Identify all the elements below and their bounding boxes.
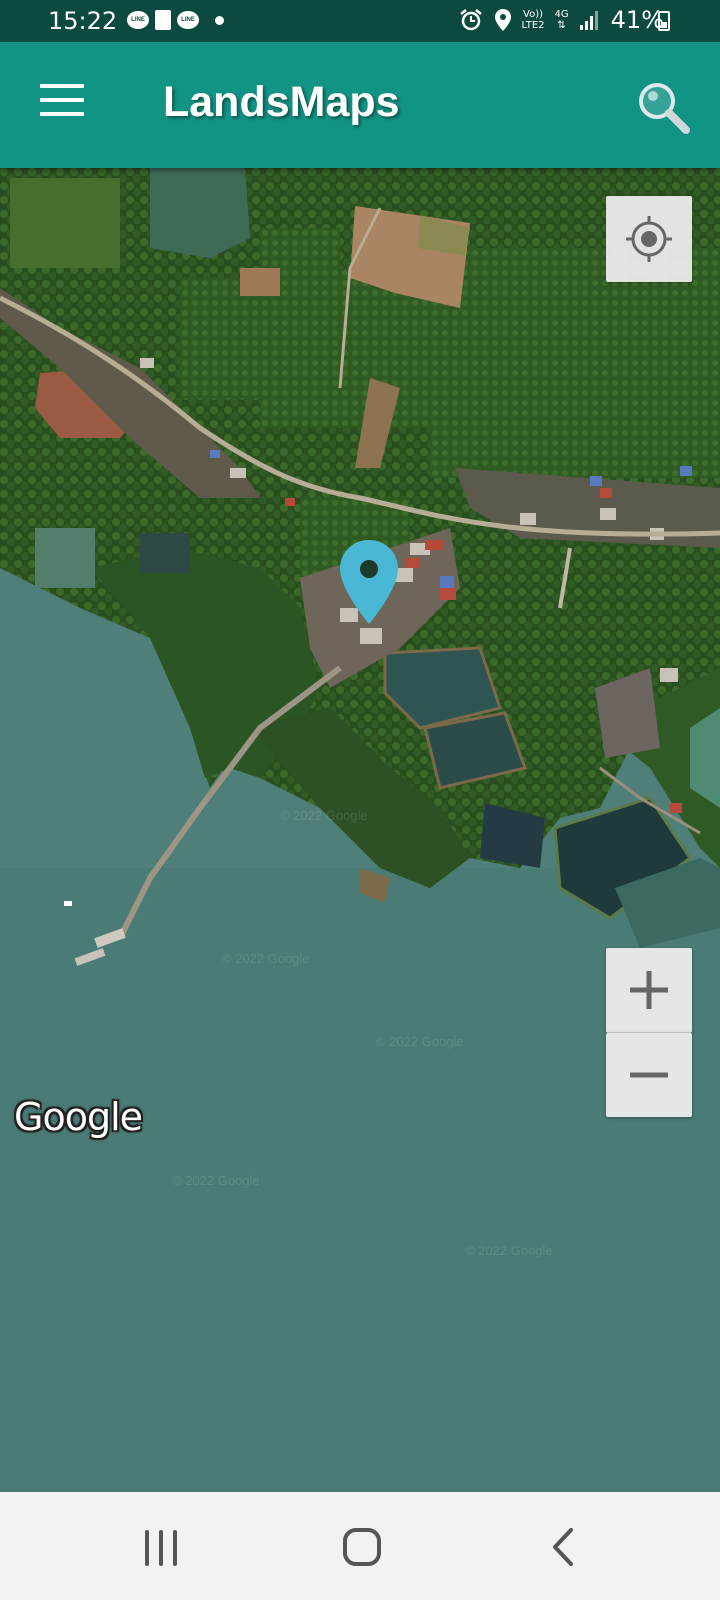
volte-bottom-label: LTE2 <box>521 20 545 31</box>
zoom-in-button[interactable] <box>606 948 692 1033</box>
map-watermark: © 2022 Google <box>172 1173 260 1188</box>
line-icon: LINE <box>177 11 199 29</box>
zoom-out-button[interactable] <box>606 1033 692 1117</box>
satellite-imagery <box>0 168 720 1492</box>
hamburger-menu-icon[interactable] <box>40 84 84 120</box>
recent-apps-icon[interactable] <box>131 1522 191 1572</box>
status-bar: 15:22 LINE LINE Vo)) LTE2 4G ⇅ 41% <box>0 0 720 42</box>
back-icon[interactable] <box>533 1522 593 1572</box>
map-watermark: © 2022 Google <box>376 1034 464 1049</box>
battery-icon <box>658 11 670 31</box>
map-watermark: © 2022 Google <box>280 808 368 823</box>
app-bar: LandsMaps <box>0 42 720 168</box>
line-icon: LINE <box>127 11 149 29</box>
map-watermark: © 2022 Google <box>222 951 310 966</box>
location-marker-icon[interactable] <box>338 538 400 626</box>
my-location-icon <box>626 216 672 262</box>
network-indicator: 4G ⇅ <box>555 9 569 31</box>
status-indicators: Vo)) LTE2 4G ⇅ 41% <box>458 6 664 34</box>
volte-indicator: Vo)) LTE2 <box>522 9 545 31</box>
signal-icon <box>579 11 598 30</box>
minus-icon <box>630 1072 668 1078</box>
plus-icon <box>630 971 668 1009</box>
battery-percent: 41% <box>610 6 664 34</box>
status-time: 15:22 <box>48 7 118 35</box>
alarm-icon <box>459 9 482 31</box>
google-attribution-logo: Google <box>14 1095 143 1139</box>
location-icon <box>494 9 511 31</box>
home-icon[interactable] <box>332 1522 392 1572</box>
app-title: LandsMaps <box>163 78 400 126</box>
map-watermark: © 2022 Google <box>465 1243 553 1258</box>
network-type-label: 4G <box>554 9 569 20</box>
system-navigation-bar <box>0 1492 720 1600</box>
map-view[interactable]: © 2022 Google © 2022 Google © 2022 Googl… <box>0 168 720 1492</box>
volte-top-label: Vo)) <box>523 9 544 20</box>
dot-icon <box>215 15 224 25</box>
notification-icons: LINE LINE <box>127 10 224 30</box>
search-icon[interactable] <box>634 78 692 136</box>
document-icon <box>155 10 171 30</box>
data-arrows-icon: ⇅ <box>557 20 566 31</box>
my-location-button[interactable] <box>606 196 692 282</box>
